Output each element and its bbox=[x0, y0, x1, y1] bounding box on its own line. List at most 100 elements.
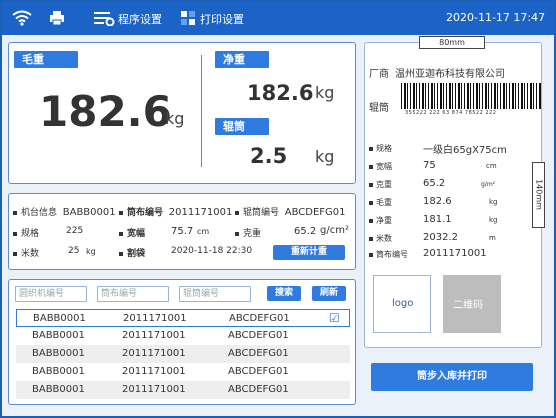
meters-value: 25 bbox=[68, 246, 80, 256]
roller-search-input[interactable]: 辊筒编号 bbox=[179, 286, 251, 302]
row-cloth: 2011171001 bbox=[122, 366, 186, 377]
tube-weight-value: 2.5 bbox=[250, 144, 288, 168]
net-weight-unit: kg bbox=[315, 83, 335, 102]
label-gram-value: 65.2 bbox=[423, 178, 446, 189]
row-machine: BABB0001 bbox=[32, 366, 85, 377]
row-cloth: 2011171001 bbox=[123, 313, 187, 324]
label-width-label: 宽幅 bbox=[376, 162, 392, 171]
roller-number-value: ABCDEFG01 bbox=[284, 207, 346, 218]
label-cloth-number-value: 2011171001 bbox=[423, 248, 487, 259]
table-row[interactable]: BABB0001 2011171001 ABCDEFG01 bbox=[16, 345, 350, 363]
refresh-button[interactable]: 刷新 bbox=[312, 286, 346, 301]
cloth-search-input[interactable]: 筒布编号 bbox=[97, 286, 169, 302]
print-settings-link[interactable]: 打印设置 bbox=[200, 11, 244, 27]
cut-info: 割袋 bbox=[119, 246, 145, 259]
table-row[interactable]: BABB0001 2011171001 ABCDEFG01 bbox=[16, 327, 350, 345]
machine-info: 机台信息 BABB0001 bbox=[13, 205, 116, 218]
width-info: 宽幅 bbox=[119, 226, 145, 239]
row-machine: BABB0001 bbox=[32, 384, 85, 395]
width-label: 宽幅 bbox=[127, 229, 146, 239]
print-settings-icon[interactable] bbox=[180, 10, 196, 30]
recount-button[interactable]: 重新计重 bbox=[273, 245, 345, 260]
table-row[interactable]: BABB0001 2011171001 ABCDEFG01 bbox=[16, 381, 350, 399]
label-height-dimension-text: 140mm bbox=[534, 179, 544, 210]
top-bar: 程序设置 打印设置 2020-11-17 17:47 bbox=[2, 2, 554, 35]
gram-label: 克重 bbox=[243, 229, 262, 239]
row-roller: ABCDEFG01 bbox=[228, 330, 289, 341]
row-roller: ABCDEFG01 bbox=[229, 313, 290, 324]
label-meters-label: 米数 bbox=[376, 234, 392, 243]
wifi-icon bbox=[12, 10, 32, 30]
width-unit: cm bbox=[197, 227, 210, 236]
label-net-unit: kg bbox=[489, 216, 498, 224]
qr-code-placeholder: 二维码 bbox=[443, 275, 501, 333]
roller-number-label: 辊筒编号 bbox=[243, 208, 280, 218]
program-settings-icon[interactable] bbox=[93, 10, 115, 30]
net-weight-tag: 净重 bbox=[215, 51, 269, 68]
label-gross-unit: kg bbox=[489, 198, 498, 206]
gram-info: 克重 bbox=[235, 226, 261, 239]
label-gram: 克重 bbox=[369, 179, 392, 190]
table-row[interactable]: BABB0001 2011171001 ABCDEFG01 bbox=[16, 363, 350, 381]
meters-label: 米数 bbox=[21, 249, 40, 259]
label-cloth-number: 筒布编号 bbox=[369, 249, 408, 260]
label-gross-value: 182.6 bbox=[423, 196, 452, 207]
row-checkbox-icon[interactable]: ☑ bbox=[329, 311, 340, 325]
machine-search-input[interactable]: 圆织机编号 bbox=[15, 286, 87, 302]
gram-value: 65.2 bbox=[294, 226, 317, 237]
gram-unit: g/cm² bbox=[320, 225, 349, 236]
program-settings-link[interactable]: 程序设置 bbox=[118, 11, 162, 27]
tube-weight-unit: kg bbox=[315, 147, 335, 166]
gross-weight-value: 182.6 bbox=[39, 87, 172, 136]
barcode-icon bbox=[401, 83, 541, 109]
cut-value: 2020-11-18 22:30 bbox=[171, 246, 253, 256]
spec-label: 规格 bbox=[21, 229, 40, 239]
search-button[interactable]: 搜索 bbox=[267, 286, 301, 301]
row-roller: ABCDEFG01 bbox=[228, 348, 289, 359]
label-width: 宽幅 bbox=[369, 161, 392, 172]
label-spec-value: 一级白65gX75cm bbox=[423, 145, 507, 156]
label-width-value: 75 bbox=[423, 160, 436, 171]
info-panel: 机台信息 BABB0001 筒布编号 2011171001 辊筒编号 ABCDE… bbox=[8, 193, 356, 270]
row-machine: BABB0001 bbox=[32, 348, 85, 359]
label-width-unit: cm bbox=[486, 162, 497, 170]
spec-info: 规格 bbox=[13, 226, 39, 239]
qr-code-text: 二维码 bbox=[453, 300, 483, 311]
tube-weight-tag: 辊筒 bbox=[215, 118, 269, 135]
label-gram-unit: g/m² bbox=[481, 181, 496, 188]
datetime: 2020-11-17 17:47 bbox=[446, 11, 546, 24]
row-cloth: 2011171001 bbox=[122, 348, 186, 359]
label-gram-label: 克重 bbox=[376, 180, 392, 189]
gross-weight-unit: kg bbox=[165, 109, 185, 128]
barcode-text: 355222 222 63 874 78522 222 bbox=[405, 110, 497, 116]
printer-icon[interactable] bbox=[49, 10, 65, 30]
row-cloth: 2011171001 bbox=[122, 330, 186, 341]
width-value: 75.7 bbox=[171, 226, 194, 237]
label-spec: 规格 bbox=[369, 143, 392, 154]
machine-info-value: BABB0001 bbox=[62, 207, 116, 218]
meters-info: 米数 bbox=[13, 246, 39, 259]
weight-divider bbox=[201, 55, 202, 167]
cloth-number-info: 筒布编号 2011171001 bbox=[119, 205, 232, 218]
net-weight-value: 182.6 bbox=[247, 81, 314, 105]
label-cloth-number-label: 筒布编号 bbox=[376, 250, 408, 259]
label-height-dimension: 140mm bbox=[532, 162, 545, 228]
label-meters-value: 2032.2 bbox=[423, 232, 458, 243]
label-spec-label: 规格 bbox=[376, 144, 392, 153]
roller-number-info: 辊筒编号 ABCDEFG01 bbox=[235, 205, 346, 218]
row-roller: ABCDEFG01 bbox=[228, 366, 289, 377]
logo-text: logo bbox=[392, 298, 414, 309]
table-row[interactable]: BABB0001 2011171001 ABCDEFG01 ☑ bbox=[16, 309, 350, 327]
row-cloth: 2011171001 bbox=[122, 384, 186, 395]
label-meters-unit: m bbox=[489, 234, 496, 242]
cut-label: 割袋 bbox=[127, 249, 146, 259]
cloth-number-label: 筒布编号 bbox=[127, 208, 164, 218]
label-net-value: 181.1 bbox=[423, 214, 452, 225]
logo-placeholder: logo bbox=[373, 275, 431, 333]
meters-unit: kg bbox=[86, 247, 96, 256]
factory-value: 温州亚迦布科技有限公司 bbox=[395, 69, 505, 80]
label-net-label: 净重 bbox=[376, 216, 392, 225]
store-and-print-button[interactable]: 筒步入库并打印 bbox=[371, 363, 533, 391]
label-gross: 毛重 bbox=[369, 197, 392, 208]
spec-value: 225 bbox=[66, 226, 84, 236]
